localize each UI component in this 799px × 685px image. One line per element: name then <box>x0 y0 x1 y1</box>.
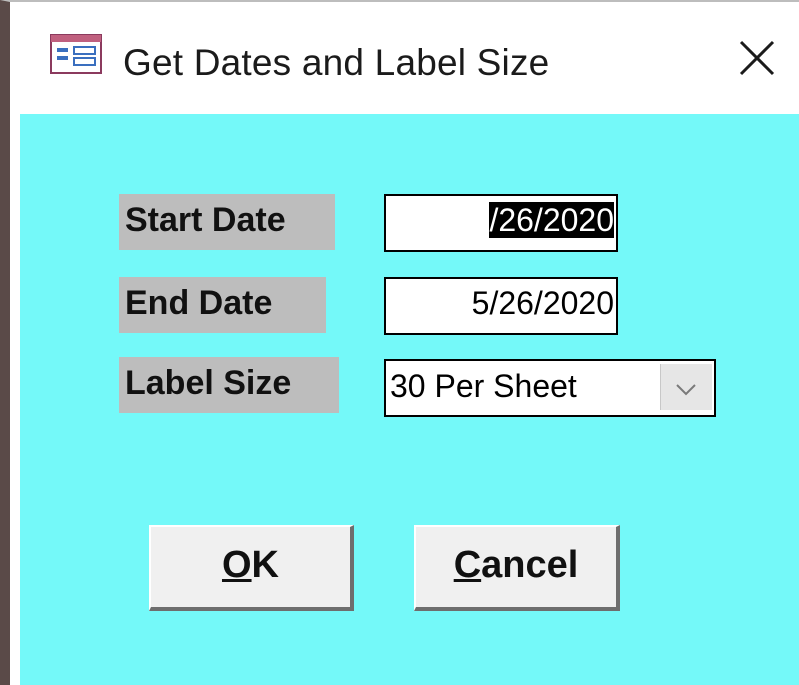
start-date-label: Start Date <box>119 194 335 250</box>
close-icon[interactable] <box>732 34 782 82</box>
dropdown-button[interactable] <box>660 364 712 410</box>
start-date-field[interactable]: 5/26/2020 <box>384 194 618 252</box>
ok-button[interactable]: OK <box>149 525 354 611</box>
start-date-selected-text: /26/2020 <box>489 202 614 238</box>
window-title: Get Dates and Label Size <box>123 42 550 83</box>
dialog-window: Get Dates and Label Size Start Date 5/26… <box>0 0 799 685</box>
form-icon <box>50 34 102 74</box>
ok-accelerator: O <box>221 544 252 586</box>
form-body: Start Date 5/26/2020 End Date 5/26/2020 … <box>20 114 799 685</box>
cancel-accelerator: C <box>453 544 482 586</box>
cancel-label-rest: ancel <box>481 544 579 586</box>
title-bar[interactable]: Get Dates and Label Size <box>20 4 799 114</box>
end-date-field[interactable]: 5/26/2020 <box>384 277 618 335</box>
label-size-label: Label Size <box>119 357 339 413</box>
ok-label-rest: K <box>251 544 279 586</box>
label-size-dropdown[interactable]: 30 Per Sheet <box>384 359 716 417</box>
cancel-button[interactable]: Cancel <box>414 525 620 611</box>
end-date-label: End Date <box>119 277 326 333</box>
chevron-down-icon <box>676 384 696 396</box>
label-size-selected: 30 Per Sheet <box>390 368 577 404</box>
